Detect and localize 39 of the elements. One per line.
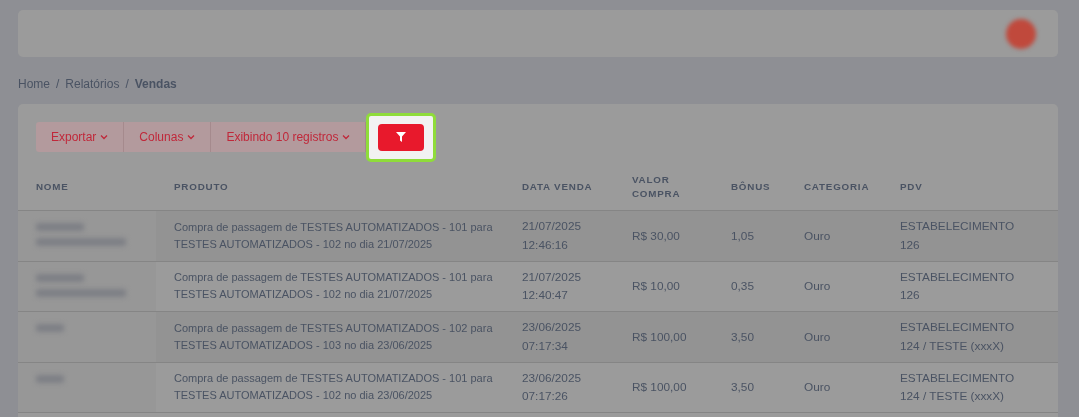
table-cell-text: 21/07/2025 12:46:16 [521,218,583,254]
table-cell-text: 3,50 [730,328,755,346]
table-cell-text: 21/07/2025 12:40:47 [521,268,583,305]
breadcrumb-separator: / [56,77,60,91]
table-cell-text: 0,35 [730,278,755,296]
table-cell-text: R$ 30,00 [631,227,681,245]
table-cell-text: R$ 100,00 [631,328,688,346]
breadcrumb-separator: / [125,77,129,91]
table-cell-text: Compra de passagem de TESTES AUTOMATIZADOS - 102 para TESTES AUTOMATIZADOS - 103 no dia 23/06/2025 [173,320,494,353]
dropdown-button[interactable]: Colunas [124,122,212,152]
table-cell-text: Compra de passagem de TESTES AUTOMATIZADOS - 101 para TESTES AUTOMATIZADOS - 102 no dia 23/06/2025 [173,371,494,404]
table-cell-text: 23/06/2025 07:17:34 [521,319,583,355]
table-cell-text: Ouro [803,379,832,397]
dropdown-button[interactable]: Exibindo 10 registros [211,122,367,152]
column-header[interactable]: VALOR COMPRA [614,172,694,202]
table-cell-text: ESTABELECIMENTO 124 / TESTE (xxxX) [899,369,1016,406]
table-cell-text: 3,50 [730,379,755,397]
dropdown-button[interactable]: Exportar [36,122,125,152]
table-cell-text: ESTABELECIMENTO 126 [899,268,1016,305]
table-cell-text: Compra de passagem de TESTES AUTOMATIZADOS - 101 para TESTES AUTOMATIZADOS - 102 no dia 21/07/2025 [173,270,494,303]
table-cell-text: Ouro [803,278,832,296]
column-header[interactable]: CATEGORIA [786,179,882,195]
column-header[interactable]: DATA VENDA [504,179,614,195]
table-cell-text: Compra de passagem de TESTES AUTOMATIZADOS - 101 para TESTES AUTOMATIZADOS - 102 no dia 21/07/2025 [173,219,494,252]
table-cell-text: ESTABELECIMENTO 124 / TESTE (xxxX) [899,319,1016,355]
table-cell-text: Ouro [803,328,832,346]
table-cell-text: 1,05 [730,227,755,245]
table-cell-text: R$ 100,00 [631,379,688,397]
breadcrumb-item[interactable]: Home [18,77,50,91]
table-cell-text: ESTABELECIMENTO 126 [899,218,1016,254]
column-header[interactable]: PRODUTO [156,179,504,195]
breadcrumb-item[interactable]: Relatórios [65,77,120,91]
column-header[interactable]: NOME [18,179,156,195]
column-header[interactable]: BÔNUS [713,179,786,195]
table-cell-text: Ouro [803,227,832,245]
table-cell-text: R$ 10,00 [631,278,681,296]
column-header[interactable]: PDV [882,179,1058,195]
table-cell-text: 23/06/2025 07:17:26 [521,369,583,406]
breadcrumb-item: Vendas [134,77,177,91]
